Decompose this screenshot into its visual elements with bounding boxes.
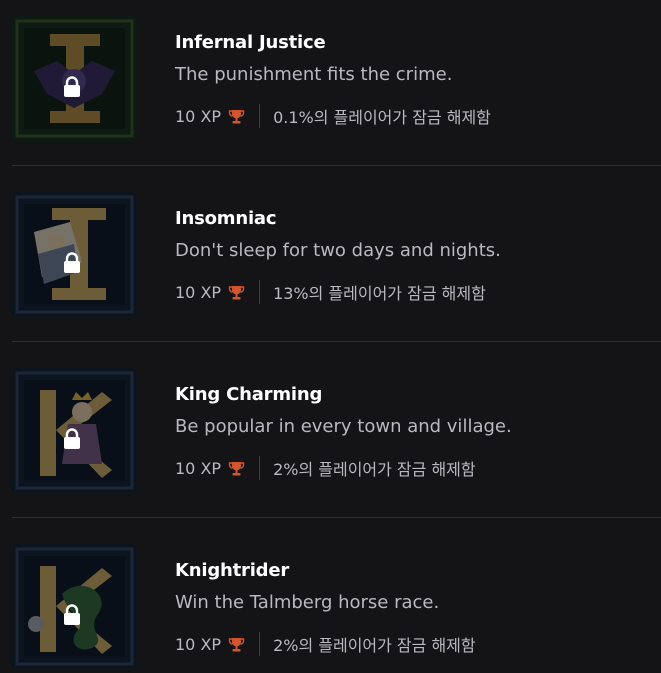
achievement-description: Win the Talmberg horse race.: [175, 592, 440, 613]
lock-icon: [61, 252, 83, 274]
unlock-rate: 13%의 플레이어가 잠금 해제함: [273, 284, 486, 303]
achievement-meta: 10 XP 2%의 플레이어가 잠금 해제함: [175, 454, 476, 482]
achievement-meta: 10 XP 13%의 플레이어가 잠금 해제함: [175, 278, 486, 306]
achievement-row[interactable]: Insomniac Don't sleep for two days and n…: [0, 166, 661, 342]
achievement-row[interactable]: King Charming Be popular in every town a…: [0, 342, 661, 518]
trophy-icon: [228, 460, 245, 477]
achievement-description: The punishment fits the crime.: [175, 64, 453, 85]
xp-value: 10 XP: [175, 106, 222, 126]
achievement-list: Infernal Justice The punishment fits the…: [0, 0, 661, 673]
achievement-title: Knightrider: [175, 560, 290, 581]
achievement-row[interactable]: Knightrider Win the Talmberg horse race.…: [0, 518, 661, 673]
xp-value: 10 XP: [175, 634, 222, 654]
unlock-rate: 2%의 플레이어가 잠금 해제함: [273, 460, 476, 479]
achievement-row[interactable]: Infernal Justice The punishment fits the…: [0, 0, 661, 166]
achievement-meta: 10 XP 0.1%의 플레이어가 잠금 해제함: [175, 102, 491, 130]
xp-value: 10 XP: [175, 282, 222, 302]
unlock-rate: 0.1%의 플레이어가 잠금 해제함: [273, 108, 491, 127]
achievement-meta: 10 XP 2%의 플레이어가 잠금 해제함: [175, 630, 476, 658]
lock-icon: [61, 76, 83, 98]
achievement-description: Be popular in every town and village.: [175, 416, 512, 437]
trophy-icon: [228, 108, 245, 125]
unlock-rate: 2%의 플레이어가 잠금 해제함: [273, 636, 476, 655]
lock-icon: [61, 428, 83, 450]
lock-icon: [61, 604, 83, 626]
achievement-title: Insomniac: [175, 208, 277, 229]
meta-separator: [259, 456, 261, 480]
achievement-title: Infernal Justice: [175, 32, 326, 53]
meta-separator: [259, 280, 261, 304]
trophy-icon: [228, 636, 245, 653]
achievement-description: Don't sleep for two days and nights.: [175, 240, 501, 261]
achievement-title: King Charming: [175, 384, 323, 405]
meta-separator: [259, 632, 261, 656]
trophy-icon: [228, 284, 245, 301]
xp-value: 10 XP: [175, 458, 222, 478]
meta-separator: [259, 104, 261, 128]
